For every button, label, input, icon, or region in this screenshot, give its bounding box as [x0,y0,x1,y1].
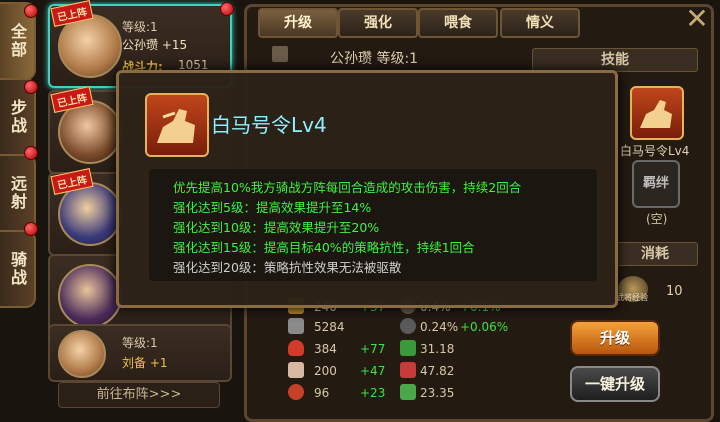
tab-label: 喂食 [444,15,472,31]
heal-icon [400,340,416,356]
notification-dot [24,222,38,236]
strategy-icon [400,362,416,378]
bond-label: 羁绊 [642,176,669,191]
stat-value: 96 [314,386,330,400]
tab-feed[interactable]: 喂食 [418,8,498,38]
tab-upgrade[interactable]: 升级 [258,8,338,38]
horse-icon [157,109,195,143]
notification-dot [24,4,38,18]
skill-title: 白马号令Lv4 [211,113,327,137]
goto-formation-label: 前往布阵>>> [96,387,182,402]
hero-level: 等级:1 [122,336,158,350]
skill-effect-line-locked: 强化达到20级：策略抗性效果无法被驱散 [173,260,402,275]
category-label: 骑战 [8,251,27,287]
stat-value: 31.18 [420,342,455,356]
bond-value: (空) [646,212,668,226]
hero-portrait [58,264,122,328]
skill-effect-line: 强化达到15级：提高目标40%的策略抗性，持续1回合 [173,240,475,255]
skill-icon[interactable] [630,86,684,140]
skill-header-label: 技能 [601,52,629,68]
hero-level: 等级:1 [122,20,158,34]
hero-header: 公孙瓒 等级:1 [330,51,419,67]
notification-dot [220,2,234,16]
upgrade-button[interactable]: 升级 [570,320,660,356]
one-key-upgrade-button[interactable]: 一键升级 [570,366,660,402]
skill-effect-line: 强化达到5级：提高效果提升至14% [173,200,372,215]
resist-icon [400,384,416,400]
category-tab-ranged[interactable]: 远射 [0,154,36,232]
consume-header-label: 消耗 [641,246,669,262]
category-tab-cavalry[interactable]: 骑战 [0,230,36,308]
skill-effect-line: 强化达到10级：提高效果提升至20% [173,220,380,235]
stat-gain: +0.06% [460,320,509,334]
one-key-upgrade-label: 一键升级 [584,375,645,393]
category-label: 远射 [8,175,27,211]
consume-header: 消耗 [612,242,698,266]
stat-value: 47.82 [420,364,455,378]
skill-effect-line: 优先提高10%我方骑战方阵每回合造成的攻击伤害，持续2回合 [173,180,522,195]
stat-gain: +77 [360,342,386,356]
dodge-icon [400,318,416,334]
defense-icon [288,362,304,378]
stat-row: 384 +77 31.18 [288,338,508,360]
upgrade-label: 升级 [599,329,630,347]
skill-name: 白马号令Lv4 [620,144,690,158]
horse-icon [640,100,672,128]
notification-dot [24,80,38,94]
category-label: 步战 [8,99,27,135]
hero-name: 公孙瓒 +15 [122,38,188,52]
troops-icon [288,318,304,334]
tab-label: 强化 [364,15,392,31]
stat-row: 96 +23 23.35 [288,382,508,404]
stat-value: 200 [314,364,337,378]
tab-bond[interactable]: 情义 [500,8,580,38]
hero-name: 刘备 +1 [122,356,168,370]
consume-value: 10 [666,284,683,299]
skill-icon [145,93,209,157]
close-icon[interactable]: ✕ [682,4,712,34]
tab-label: 升级 [284,15,312,31]
hero-card-liu-bei[interactable]: 等级:1 刘备 +1 [48,324,232,382]
stat-gain: +47 [360,364,386,378]
stat-gain: +23 [360,386,386,400]
notification-dot [24,146,38,160]
heart-icon [288,340,304,356]
category-label: 全部 [8,23,27,59]
skill-tooltip: 白马号令Lv4 优先提高10%我方骑战方阵每回合造成的攻击伤害，持续2回合 强化… [116,70,618,308]
stat-value: 384 [314,342,337,356]
skill-header: 技能 [532,48,698,72]
hero-portrait [58,330,106,378]
stat-row: 200 +47 47.82 [288,360,508,382]
hero-header-icon [272,46,288,62]
goto-formation-button[interactable]: 前往布阵>>> [58,382,220,408]
skill-description: 优先提高10%我方骑战方阵每回合造成的攻击伤害，持续2回合 强化达到5级：提高效… [149,169,597,281]
consume-item: 武将经验 [616,293,648,302]
stat-value: 0.24% [420,320,459,334]
tab-enhance[interactable]: 强化 [338,8,418,38]
stat-value: 5284 [314,320,345,334]
tab-label: 情义 [526,15,554,31]
stat-value: 23.35 [420,386,455,400]
stat-row: 5284 0.24% +0.06% [288,316,508,338]
bond-slot[interactable]: 羁绊 [632,160,680,208]
fist-icon [288,384,304,400]
